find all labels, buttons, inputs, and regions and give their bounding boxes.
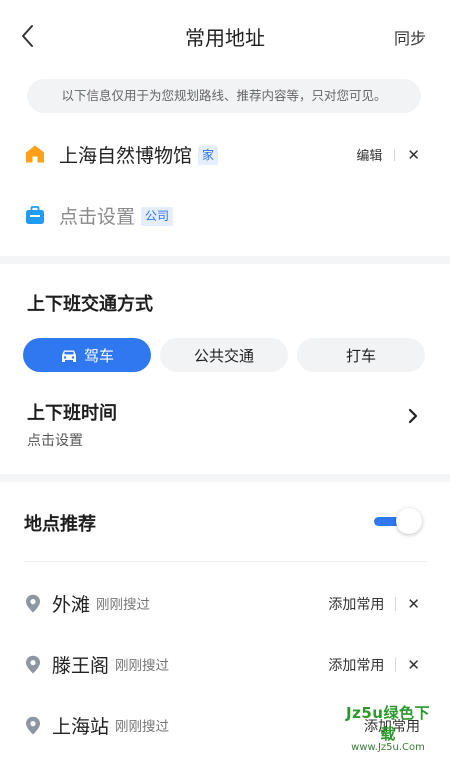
mode-drive-button[interactable]: 驾车 [23,338,151,372]
location-pin-icon [26,594,40,613]
chevron-right-icon[interactable] [406,406,420,426]
recommend-toggle[interactable] [374,508,422,534]
mode-drive-label: 驾车 [83,346,114,365]
add-common-button[interactable]: 添加常用 [328,655,384,675]
mode-transit-button[interactable]: 公共交通 [160,338,288,372]
place-name: 滕王阁 刚刚搜过 [52,655,170,677]
home-icon [26,145,44,163]
sync-button[interactable]: 同步 [394,25,426,49]
common-addresses-page: 常用地址 同步 以下信息仅用于为您规划路线、推荐内容等，只对您可见。 上海自然博… [0,0,450,762]
add-common-button[interactable]: 添加常用 [328,594,384,614]
place-note: 刚刚搜过 [115,658,170,674]
header: 常用地址 同步 [0,0,450,72]
briefcase-icon [26,206,44,224]
watermark-main: Jz5u绿色下载 [346,704,430,743]
section-divider [0,474,450,482]
company-tag: 公司 [141,207,174,226]
remove-home-icon[interactable]: ✕ [407,146,420,164]
home-address-row[interactable]: 上海自然博物馆家 编辑 ✕ [0,134,450,174]
watermark: Jz5u绿色下载 www.Jz5u.Com [340,702,436,753]
close-icon[interactable]: ✕ [407,595,420,613]
commute-mode-title: 上下班交通方式 [27,294,153,315]
watermark-sub: www.Jz5u.Com [351,742,425,753]
home-tag: 家 [198,146,219,165]
list-item[interactable]: 外滩 刚刚搜过 添加常用 ✕ [0,585,450,621]
edit-home-button[interactable]: 编辑 [356,145,382,164]
company-address-name: 点击设置 公司 [59,202,174,229]
home-address-name: 上海自然博物馆家 [59,141,219,168]
location-pin-icon [26,716,40,735]
commute-time-value[interactable]: 点击设置 [27,430,83,450]
home-actions: 编辑 ✕ [356,145,420,165]
recommend-title: 地点推荐 [24,514,96,535]
list-item[interactable]: 滕王阁 刚刚搜过 添加常用 ✕ [0,646,450,682]
car-icon [61,350,76,362]
mode-taxi-button[interactable]: 打车 [297,338,425,372]
toggle-knob [396,508,422,534]
commute-mode-group: 驾车 公共交通 打车 [23,338,425,372]
place-actions: 添加常用 ✕ [328,655,420,675]
privacy-notice: 以下信息仅用于为您规划路线、推荐内容等，只对您可见。 [27,79,421,113]
place-actions: 添加常用 ✕ [328,594,420,614]
place-note: 刚刚搜过 [115,719,170,735]
location-pin-icon [26,655,40,674]
divider [24,561,426,562]
place-name: 外滩 刚刚搜过 [52,594,151,616]
place-note: 刚刚搜过 [96,597,151,613]
place-name: 上海站 刚刚搜过 [52,716,170,738]
divider [395,597,397,611]
commute-time-title[interactable]: 上下班时间 [27,399,117,425]
company-address-row[interactable]: 点击设置 公司 [0,195,450,235]
page-title: 常用地址 [185,26,265,50]
mode-taxi-label: 打车 [345,346,376,365]
mode-transit-label: 公共交通 [193,346,254,365]
divider [394,148,396,161]
section-divider [0,256,450,264]
close-icon[interactable]: ✕ [407,656,420,674]
divider [395,658,397,672]
